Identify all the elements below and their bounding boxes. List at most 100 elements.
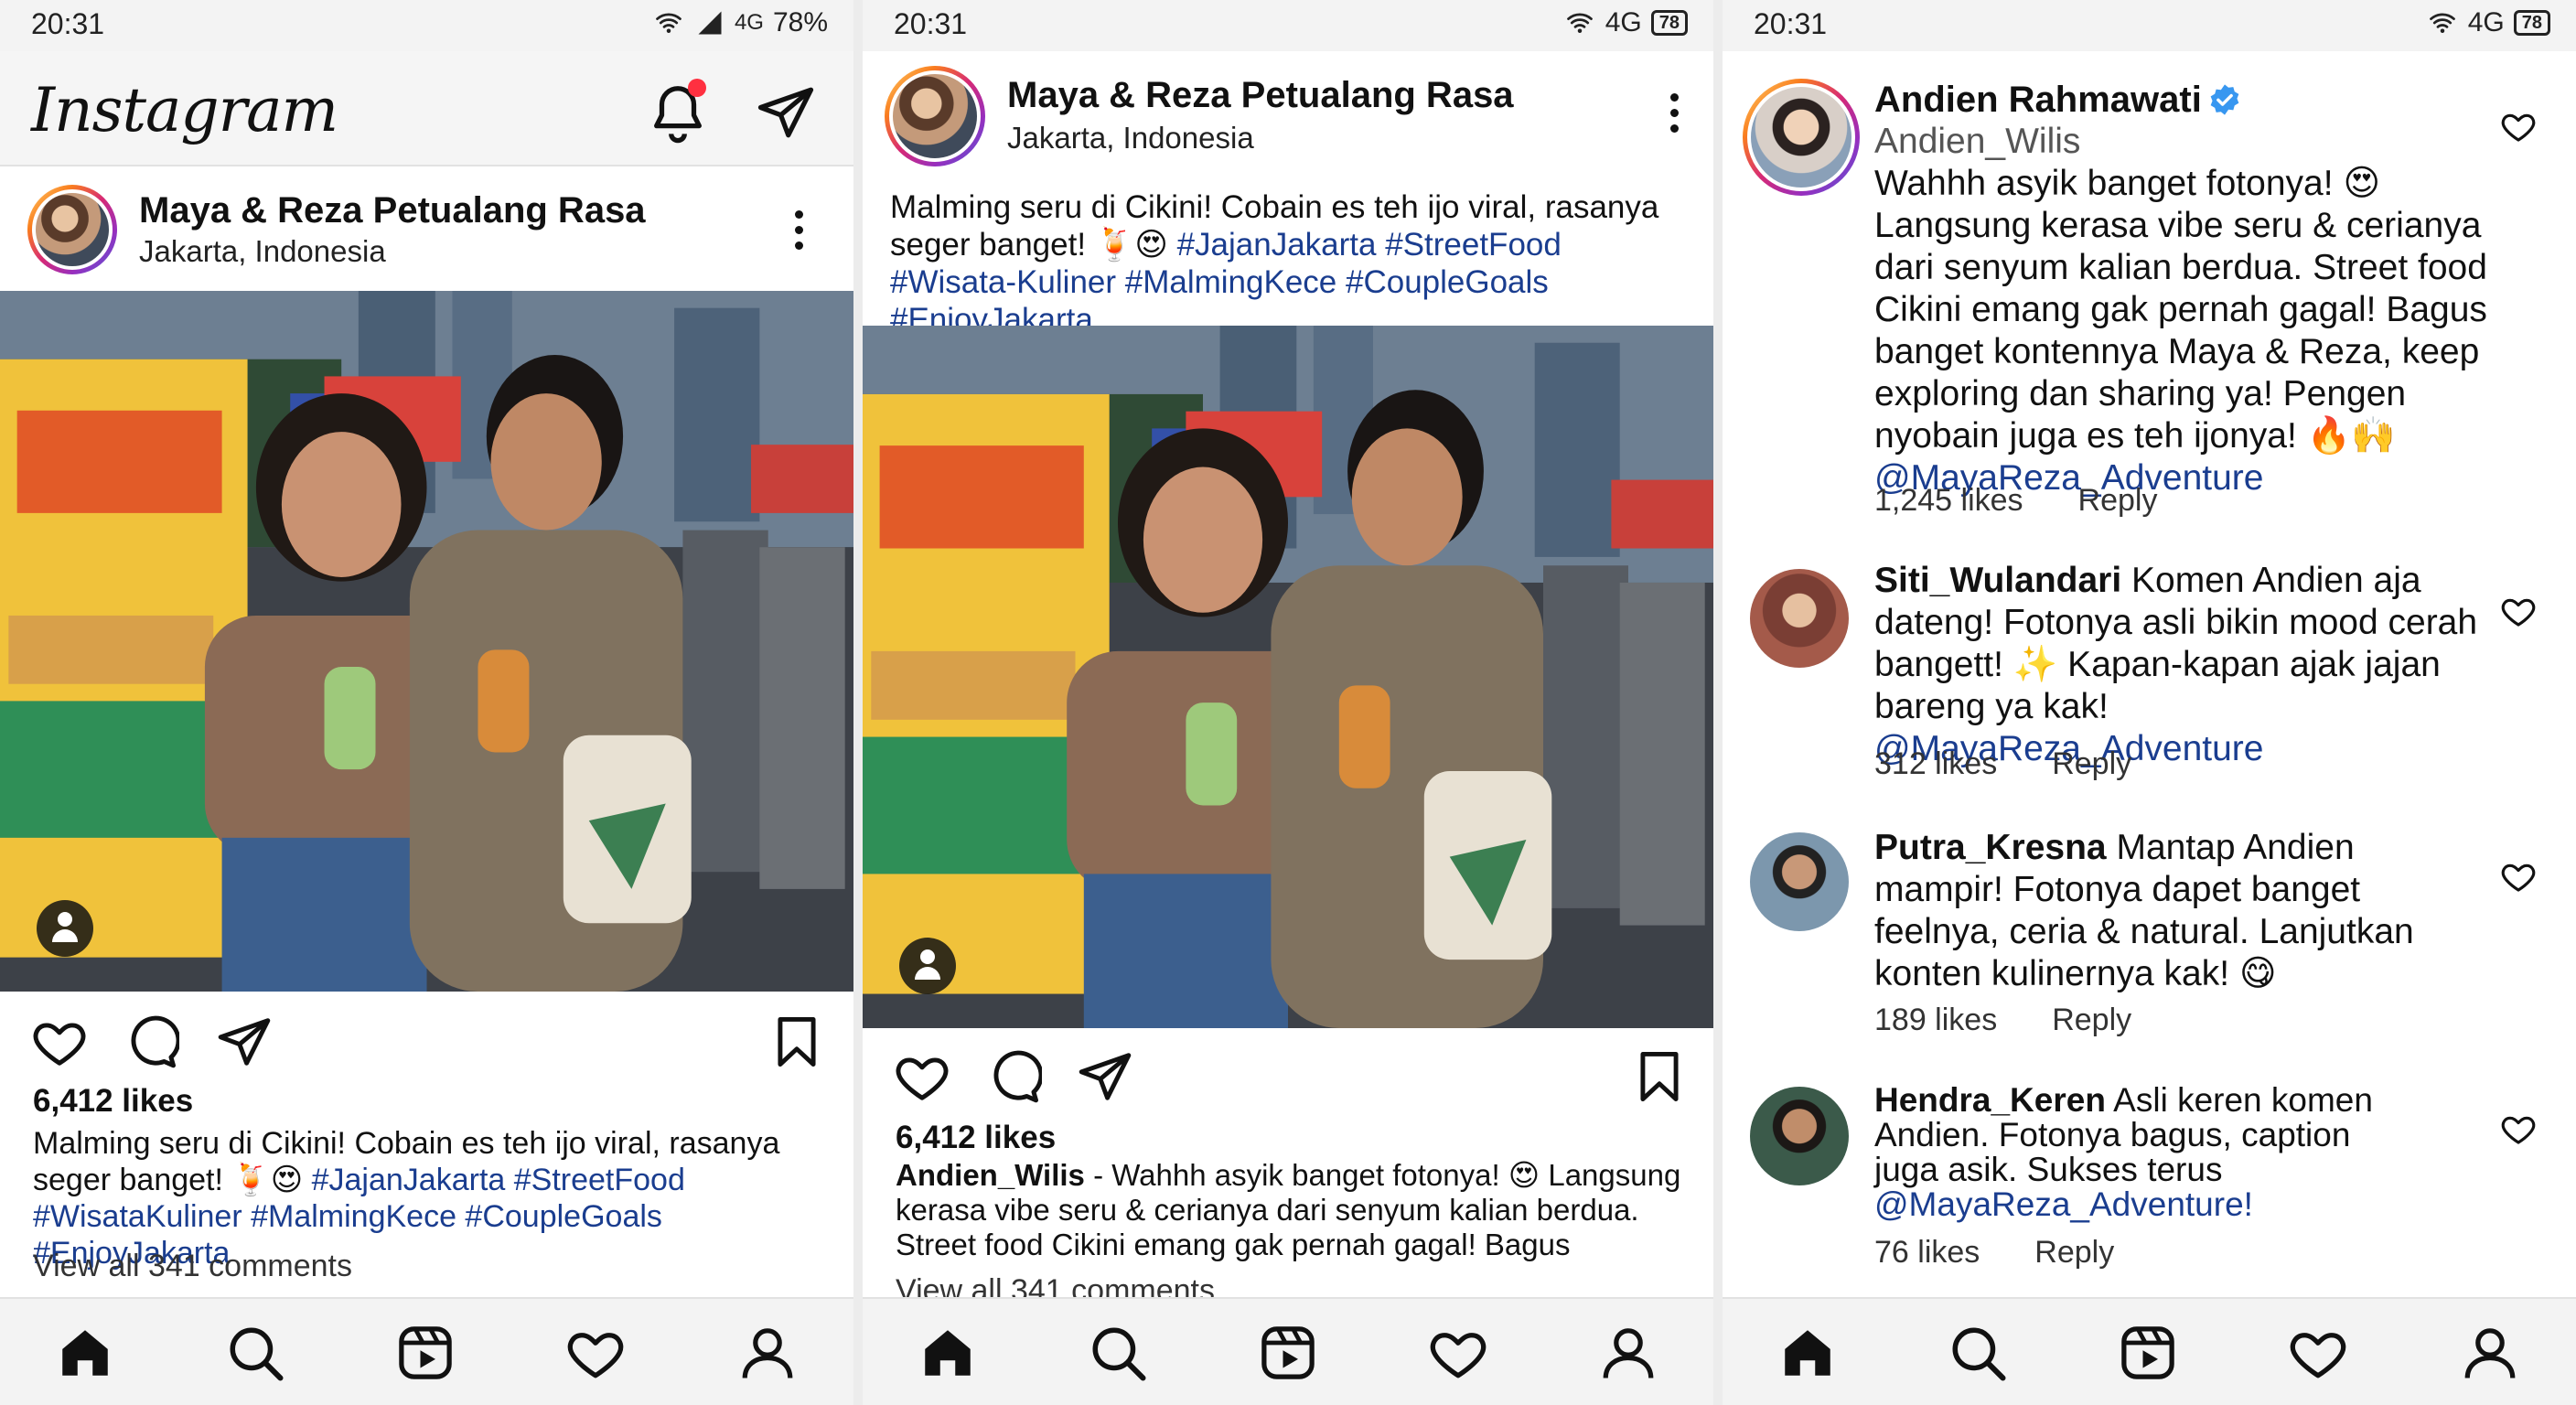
battery-level: 78 [1650, 10, 1688, 36]
heart-icon[interactable] [894, 1048, 950, 1105]
commenter-avatar[interactable] [1750, 832, 1849, 931]
search-icon[interactable] [1948, 1323, 2008, 1383]
wifi-icon [652, 9, 685, 37]
post-detail-screen: 20:31 4G 78 Maya & Reza Petualang Rasa J… [863, 0, 1713, 1405]
commenter-name[interactable]: Siti_Wulandari [1874, 561, 2121, 600]
more-icon[interactable] [1668, 93, 1680, 141]
post-image [0, 291, 853, 992]
reply-button[interactable]: Reply [2034, 1235, 2114, 1270]
post-location[interactable]: Jakarta, Indonesia [139, 234, 386, 269]
comment-likes[interactable]: 312 likes [1874, 746, 1997, 781]
heart-icon[interactable] [2500, 593, 2537, 629]
post-photo[interactable] [0, 291, 853, 992]
comment-meta: 312 likes Reply [1874, 746, 2131, 782]
app-logo: Instagram [31, 75, 338, 145]
activity-icon[interactable] [1428, 1323, 1488, 1383]
post-actions [894, 1048, 1690, 1112]
commenter-avatar[interactable] [1750, 569, 1849, 668]
commenter-handle[interactable]: Andien_Wilis [1874, 121, 2515, 163]
status-bar: 20:31 4G 78% [0, 0, 853, 51]
notification-dot [688, 79, 706, 97]
comment-content: Putra_Kresna Mantap Andien mampir! Foton… [1874, 827, 2460, 995]
home-icon[interactable] [1777, 1323, 1838, 1383]
reply-button[interactable]: Reply [2078, 483, 2158, 518]
comment-content: Siti_Wulandari Komen Andien aja dateng! … [1874, 560, 2496, 770]
share-icon[interactable] [1077, 1048, 1133, 1105]
reply-button[interactable]: Reply [2052, 1003, 2131, 1037]
reply-button[interactable]: Reply [2052, 746, 2131, 781]
more-icon[interactable] [792, 210, 805, 258]
comment-text: Wahhh asyik banget fotonya! 😍 Langsung k… [1874, 164, 2487, 456]
reels-icon[interactable] [1258, 1323, 1318, 1383]
home-icon[interactable] [918, 1323, 978, 1383]
tag-people-icon[interactable] [899, 938, 956, 994]
direct-message-icon[interactable] [756, 82, 816, 143]
profile-icon[interactable] [1598, 1323, 1658, 1383]
home-icon[interactable] [55, 1323, 115, 1383]
feed-screen: 20:31 4G 78% Instagram Maya & Reza Petua… [0, 0, 853, 1405]
view-all-comments[interactable]: View all 341 comments [33, 1249, 352, 1284]
comment-username[interactable]: Andien_Wilis [896, 1158, 1085, 1192]
activity-icon[interactable] [2288, 1323, 2348, 1383]
post-photo[interactable] [863, 326, 1713, 1028]
comment-meta: 189 likes Reply [1874, 1003, 2131, 1038]
account-avatar[interactable] [27, 185, 117, 274]
post-location[interactable]: Jakarta, Indonesia [1007, 121, 1254, 156]
account-name[interactable]: Maya & Reza Petualang Rasa [139, 190, 646, 231]
commenter-avatar[interactable] [1750, 1087, 1849, 1185]
verified-icon [2207, 82, 2242, 117]
status-bar: 20:31 4G 78 [863, 0, 1713, 51]
bookmark-icon[interactable] [768, 1014, 825, 1070]
status-time: 20:31 [31, 7, 105, 40]
commenter-name[interactable]: Hendra_Keren [1874, 1081, 2106, 1119]
comment-meta: 1,245 likes Reply [1874, 483, 2157, 519]
comment-icon[interactable] [985, 1048, 1042, 1105]
profile-icon[interactable] [737, 1323, 798, 1383]
heart-icon[interactable] [31, 1014, 88, 1070]
commenter-name[interactable]: Putra_Kresna [1874, 828, 2107, 867]
commenter-avatar[interactable] [1743, 79, 1860, 196]
network-label: 4G [1605, 7, 1642, 38]
like-count[interactable]: 6,412 likes [896, 1120, 1056, 1156]
heart-icon[interactable] [2500, 858, 2537, 895]
reels-icon[interactable] [395, 1323, 456, 1383]
comment-meta: 76 likes Reply [1874, 1235, 2114, 1271]
bookmark-icon[interactable] [1631, 1048, 1688, 1105]
profile-icon[interactable] [2460, 1323, 2520, 1383]
activity-icon[interactable] [565, 1323, 626, 1383]
post-header: Maya & Reza Petualang Rasa Jakarta, Indo… [863, 55, 1713, 174]
status-time: 20:31 [1754, 7, 1828, 40]
wifi-icon [2426, 9, 2459, 37]
status-bar: 20:31 4G 78 [1723, 0, 2576, 51]
signal-icon [694, 9, 725, 37]
share-icon[interactable] [216, 1014, 273, 1070]
post-image [863, 326, 1713, 1028]
bottom-nav [0, 1297, 853, 1405]
comment-likes[interactable]: 1,245 likes [1874, 483, 2023, 518]
heart-icon[interactable] [2500, 1110, 2537, 1147]
search-icon[interactable] [1088, 1323, 1148, 1383]
bottom-nav [1723, 1297, 2576, 1405]
comment-content: Hendra_Keren Asli keren komen Andien. Fo… [1874, 1083, 2387, 1222]
comment-likes[interactable]: 76 likes [1874, 1235, 1980, 1270]
bottom-nav [863, 1297, 1713, 1405]
post-actions [31, 1014, 827, 1078]
commenter-name[interactable]: Andien Rahmawati [1874, 80, 2202, 120]
network-label: 4G [734, 10, 764, 35]
comment-mention[interactable]: @MayaReza_Adventure! [1874, 1187, 2387, 1222]
heart-icon[interactable] [2500, 108, 2537, 145]
search-icon[interactable] [225, 1323, 285, 1383]
battery-level: 78 [2513, 10, 2550, 36]
like-count[interactable]: 6,412 likes [33, 1083, 193, 1120]
comment-icon[interactable] [123, 1014, 179, 1070]
status-time: 20:31 [894, 7, 968, 40]
top-comment: Andien_Wilis - Wahhh asyik banget fotony… [896, 1158, 1691, 1262]
reels-icon[interactable] [2118, 1323, 2178, 1383]
comment-content: Andien Rahmawati Andien_Wilis Wahhh asyi… [1874, 79, 2515, 499]
tag-people-icon[interactable] [37, 900, 93, 957]
account-avatar[interactable] [885, 66, 985, 166]
post-caption: Malming seru di Cikini! Cobain es teh ij… [890, 188, 1686, 338]
account-name[interactable]: Maya & Reza Petualang Rasa [1007, 75, 1514, 116]
comments-screen: 20:31 4G 78 Andien Rahmawati Andien_Wili… [1723, 0, 2576, 1405]
comment-likes[interactable]: 189 likes [1874, 1003, 1997, 1037]
